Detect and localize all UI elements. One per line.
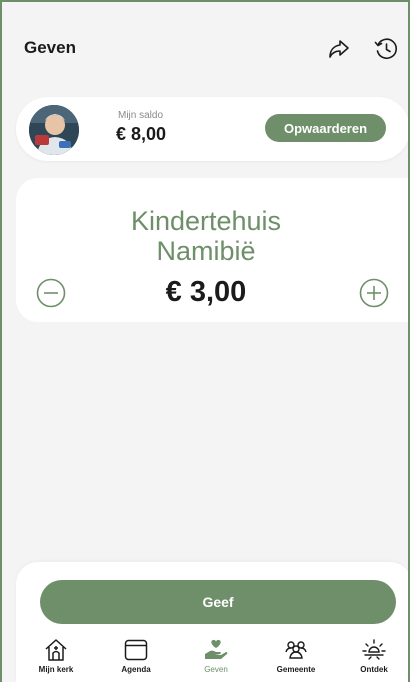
goal-title: Kindertehuis Namibië (16, 206, 396, 266)
tab-geven[interactable]: Geven (181, 637, 251, 682)
church-house-icon (43, 637, 69, 663)
tab-label: Mijn kerk (38, 665, 74, 674)
balance-value: € 8,00 (116, 124, 167, 144)
tab-mijn-kerk[interactable]: Mijn kerk (21, 637, 91, 682)
donation-goal-card: Kindertehuis Namibië € 3,00 (16, 178, 408, 322)
header: Geven (2, 2, 408, 92)
bottom-sheet: Geef Mijn kerk Agenda Geven Gemeente Ont… (16, 562, 408, 682)
tab-label: Agenda (121, 665, 151, 674)
people-group-icon (283, 637, 309, 663)
goal-title-line1: Kindertehuis (130, 206, 282, 236)
sun-discover-icon (361, 637, 387, 663)
give-button[interactable]: Geef (40, 580, 396, 624)
tab-label: Gemeente (276, 665, 316, 674)
tab-bar: Mijn kerk Agenda Geven Gemeente Ontdek (16, 637, 408, 682)
wallet-card: Mijn saldo € 8,00 Opwaarderen (16, 97, 408, 161)
goal-title-line2: Namibië (156, 236, 256, 266)
calendar-icon (123, 637, 149, 663)
topup-button[interactable]: Opwaarderen (265, 114, 386, 142)
history-icon[interactable] (373, 36, 399, 62)
donation-amount: € 3,00 (165, 276, 247, 308)
tab-ontdek[interactable]: Ontdek (339, 637, 408, 682)
tab-label: Ontdek (360, 665, 388, 674)
page-title: Geven (24, 38, 76, 57)
tab-gemeente[interactable]: Gemeente (261, 637, 331, 682)
plus-circle-icon[interactable] (359, 278, 389, 308)
tab-label: Geven (204, 665, 228, 674)
share-forward-icon[interactable] (326, 36, 352, 62)
tab-agenda[interactable]: Agenda (101, 637, 171, 682)
avatar (29, 105, 79, 155)
app-screen: Geven Mijn saldo € 8,00 Opwaarderen Kind… (0, 0, 410, 682)
balance-label: Mijn saldo (118, 110, 164, 121)
giving-hand-heart-icon (203, 637, 229, 663)
